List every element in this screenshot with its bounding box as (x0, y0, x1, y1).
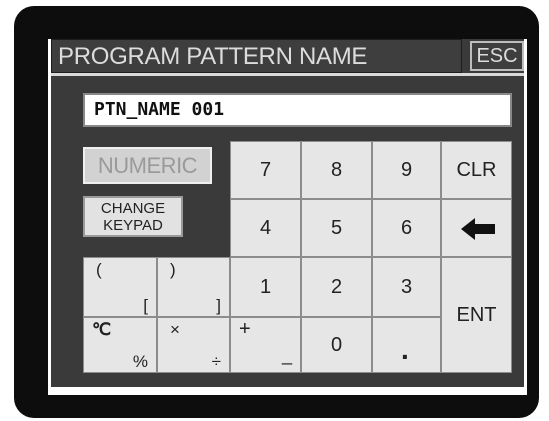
bracket-close-glyph: ] (216, 296, 221, 315)
left-arrow-icon (461, 218, 495, 240)
key-6[interactable]: 6 (372, 199, 441, 257)
key-0[interactable]: 0 (301, 317, 372, 373)
backspace-key[interactable] (441, 199, 512, 257)
degc-glyph: ℃ (92, 320, 112, 339)
dialog-title: PROGRAM PATTERN NAME (51, 39, 462, 73)
bracket-open-glyph: [ (143, 296, 148, 315)
name-input[interactable]: PTN_NAME 001 (83, 93, 512, 127)
divide-glyph: ÷ (211, 352, 221, 371)
key-2[interactable]: 2 (301, 257, 372, 317)
key-8[interactable]: 8 (301, 141, 372, 199)
key-1[interactable]: 1 (230, 257, 301, 317)
key-7[interactable]: 7 (230, 141, 301, 199)
key-plus[interactable]: + _ (230, 317, 301, 373)
key-9[interactable]: 9 (372, 141, 441, 199)
key-3[interactable]: 3 (372, 257, 441, 317)
clr-key[interactable]: CLR (441, 141, 512, 199)
key-decimal[interactable]: . (372, 317, 441, 373)
times-glyph: × (170, 320, 180, 339)
paren-open-glyph: ( (96, 260, 102, 279)
key-paren-open[interactable]: ( [ (83, 257, 157, 317)
key-5[interactable]: 5 (301, 199, 372, 257)
device-bezel: PROGRAM PATTERN NAME ESC PTN_NAME 001 NU… (14, 6, 539, 418)
key-4[interactable]: 4 (230, 199, 301, 257)
key-times[interactable]: × ÷ (157, 317, 230, 373)
numeric-mode-button[interactable]: NUMERIC (83, 147, 212, 184)
percent-glyph: % (132, 352, 148, 371)
ent-key[interactable]: ENT (441, 257, 512, 373)
minus-glyph: _ (281, 345, 292, 365)
decimal-glyph: . (401, 334, 409, 365)
key-degc[interactable]: ℃ % (83, 317, 157, 373)
keypad-dialog: PROGRAM PATTERN NAME ESC PTN_NAME 001 NU… (51, 39, 524, 387)
plus-glyph: + (239, 318, 251, 340)
esc-button[interactable]: ESC (470, 41, 524, 71)
title-separator (51, 73, 524, 76)
change-keypad-label-line2: KEYPAD (103, 217, 163, 234)
change-keypad-button[interactable]: CHANGE KEYPAD (83, 196, 183, 237)
key-paren-close[interactable]: ) ] (157, 257, 230, 317)
change-keypad-label-line1: CHANGE (100, 200, 166, 217)
screen: PROGRAM PATTERN NAME ESC PTN_NAME 001 NU… (48, 39, 527, 395)
paren-close-glyph: ) (170, 260, 176, 279)
